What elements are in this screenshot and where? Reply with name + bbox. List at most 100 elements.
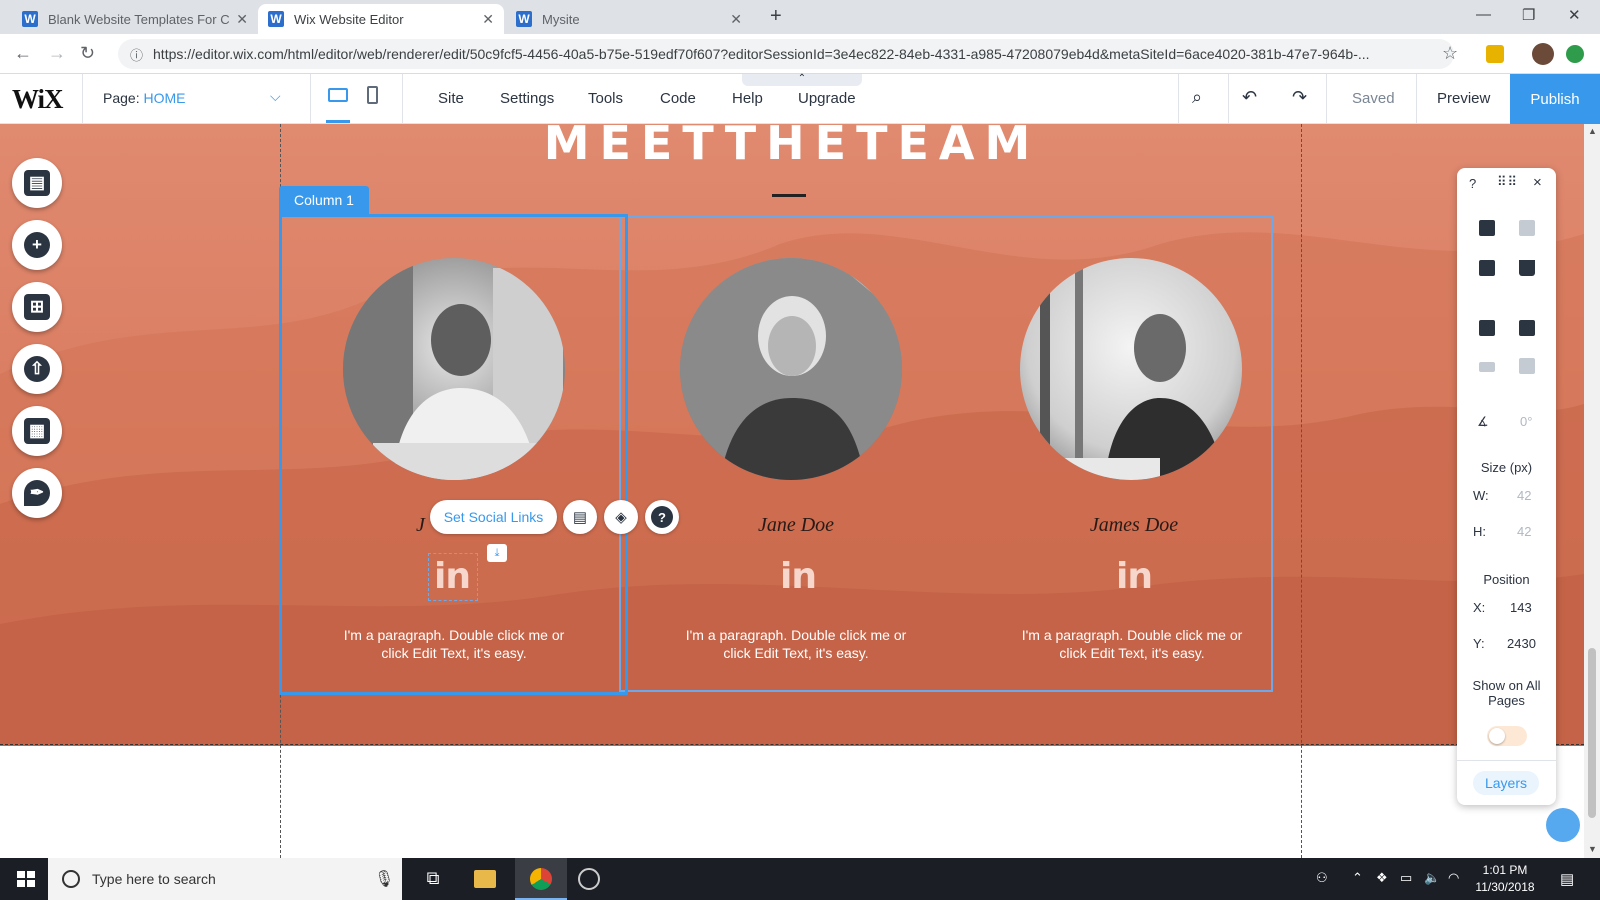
page-selector[interactable]: Page: HOME <box>103 90 185 106</box>
team-member-photo[interactable] <box>1020 258 1242 480</box>
dropbox-icon[interactable]: ❖ <box>1376 870 1388 886</box>
back-icon[interactable]: ← <box>14 43 32 64</box>
team-member-paragraph[interactable]: I'm a paragraph. Double click me or clic… <box>681 626 911 662</box>
linkedin-icon[interactable]: in <box>780 556 817 597</box>
extension-icon[interactable] <box>1486 45 1504 63</box>
width-field[interactable]: 42 <box>1517 488 1531 503</box>
layout-settings-icon[interactable]: ▤ <box>563 500 597 534</box>
browser-tab[interactable]: W Blank Website Templates For Cre ✕ <box>12 4 258 34</box>
scroll-up-icon[interactable]: ▲ <box>1588 126 1597 136</box>
browser-tab-active[interactable]: W Wix Website Editor ✕ <box>258 4 504 34</box>
zoom-search-icon[interactable]: ⌕ <box>1192 87 1202 108</box>
collapse-toolbar-tab[interactable]: ⌃ <box>742 74 862 86</box>
chevron-down-icon[interactable]: ⌵ <box>270 88 281 105</box>
taskbar-search-box[interactable]: Type here to search 🎙 <box>48 858 402 900</box>
layers-button[interactable]: Layers <box>1473 771 1539 795</box>
undo-icon[interactable]: ↶ <box>1242 87 1257 108</box>
x-field[interactable]: 143 <box>1510 600 1532 615</box>
height-field[interactable]: 42 <box>1517 524 1531 539</box>
microphone-icon[interactable]: 🎙 <box>374 869 394 889</box>
rotate-icon[interactable]: ∡ <box>1477 414 1489 430</box>
task-view-icon[interactable]: ⧉ <box>422 868 444 890</box>
copy-icon[interactable] <box>1479 220 1495 236</box>
system-clock[interactable]: 1:01 PM 11/30/2018 <box>1470 862 1540 896</box>
set-social-links-button[interactable]: Set Social Links <box>430 500 557 534</box>
rotation-value[interactable]: 0° <box>1520 414 1532 429</box>
editor-canvas[interactable]: MEETTHETEAM Column 1 J in ⤓ I'm a paragr… <box>0 124 1584 858</box>
forward-icon[interactable]: → <box>48 43 66 64</box>
bookings-button[interactable]: ▦ <box>12 406 62 456</box>
info-icon[interactable]: ⓘ <box>130 45 143 64</box>
profile-avatar[interactable] <box>1532 43 1554 65</box>
minimize-icon[interactable]: — <box>1476 6 1491 23</box>
add-element-button[interactable]: + <box>12 220 62 270</box>
blog-button[interactable]: ✒ <box>12 468 62 518</box>
team-member-paragraph[interactable]: I'm a paragraph. Double click me or clic… <box>339 626 569 662</box>
team-member-photo[interactable] <box>680 258 902 480</box>
menu-site[interactable]: Site <box>438 90 464 107</box>
team-member-paragraph[interactable]: I'm a paragraph. Double click me or clic… <box>1017 626 1247 662</box>
pages-menu-button[interactable]: ▤ <box>12 158 62 208</box>
wifi-icon[interactable]: ◠ <box>1448 870 1459 886</box>
team-member-name[interactable]: James Doe <box>1004 514 1264 537</box>
align-icon[interactable] <box>1519 320 1535 336</box>
new-tab-button[interactable]: + <box>770 5 782 28</box>
animation-icon[interactable]: ◈ <box>604 500 638 534</box>
match-size-icon[interactable] <box>1519 358 1535 374</box>
distribute-icon[interactable] <box>1479 362 1495 372</box>
team-member-photo[interactable] <box>343 258 565 480</box>
section-title[interactable]: MEETTHETEAM <box>0 124 1584 170</box>
close-tab-icon[interactable]: ✕ <box>730 11 742 28</box>
preview-button[interactable]: Preview <box>1437 90 1490 107</box>
team-member-name[interactable]: J <box>300 514 425 537</box>
social-bar-selection[interactable] <box>428 553 478 601</box>
show-on-all-pages-toggle[interactable] <box>1487 726 1527 746</box>
reload-icon[interactable]: ↻ <box>80 43 95 64</box>
bookmark-star-icon[interactable]: ☆ <box>1442 43 1458 64</box>
column-badge[interactable]: Column 1 <box>279 186 369 214</box>
battery-icon[interactable]: ▭ <box>1400 870 1412 886</box>
maximize-icon[interactable]: ❐ <box>1522 6 1535 24</box>
trash-icon[interactable] <box>1519 260 1535 276</box>
duplicate-icon[interactable] <box>1479 260 1495 276</box>
panel-help-icon[interactable]: ? <box>1469 176 1476 191</box>
title-divider[interactable] <box>772 194 806 197</box>
menu-tools[interactable]: Tools <box>588 90 623 107</box>
mobile-view-icon[interactable] <box>367 86 378 104</box>
menu-upgrade[interactable]: Upgrade <box>798 90 856 107</box>
people-icon[interactable]: ⚇ <box>1316 870 1328 886</box>
desktop-view-icon[interactable] <box>328 88 348 102</box>
panel-close-icon[interactable]: × <box>1533 174 1542 191</box>
arrange-icon[interactable] <box>1479 320 1495 336</box>
app-market-button[interactable]: ⊞ <box>12 282 62 332</box>
help-button[interactable]: ? <box>645 500 679 534</box>
menu-help[interactable]: Help <box>732 90 763 107</box>
scroll-down-icon[interactable]: ▼ <box>1588 844 1597 854</box>
y-field[interactable]: 2430 <box>1507 636 1536 651</box>
drag-handle-icon[interactable]: ⠿⠿ <box>1497 174 1518 190</box>
chrome-taskbar-button[interactable] <box>515 858 567 900</box>
canvas-scrollbar[interactable]: ▲ ▼ <box>1584 124 1600 858</box>
extension-icon[interactable] <box>1566 45 1584 63</box>
download-icon[interactable]: ⤓ <box>487 544 507 562</box>
paste-icon[interactable] <box>1519 220 1535 236</box>
linkedin-icon[interactable]: in <box>1116 556 1153 597</box>
windows-start-icon[interactable] <box>17 871 35 887</box>
window-close-icon[interactable]: ✕ <box>1568 6 1581 24</box>
close-tab-icon[interactable]: ✕ <box>236 11 248 28</box>
url-field[interactable]: ⓘ https://editor.wix.com/html/editor/web… <box>118 39 1454 69</box>
close-tab-icon[interactable]: ✕ <box>482 11 494 28</box>
volume-icon[interactable]: 🔈 <box>1424 870 1440 886</box>
file-explorer-icon[interactable] <box>474 870 496 888</box>
publish-button[interactable]: Publish <box>1510 74 1600 124</box>
redo-icon[interactable]: ↷ <box>1292 87 1307 108</box>
cursor-assist-icon[interactable] <box>1546 808 1580 842</box>
menu-settings[interactable]: Settings <box>500 90 554 107</box>
media-upload-button[interactable]: ⇧ <box>12 344 62 394</box>
tray-chevron-icon[interactable]: ⌃ <box>1352 870 1363 886</box>
notifications-icon[interactable]: ▤ <box>1560 870 1574 888</box>
menu-code[interactable]: Code <box>660 90 696 107</box>
team-member-name[interactable]: Jane Doe <box>666 514 926 537</box>
app-icon[interactable] <box>578 868 600 890</box>
browser-tab[interactable]: W Mysite ✕ <box>506 4 752 34</box>
